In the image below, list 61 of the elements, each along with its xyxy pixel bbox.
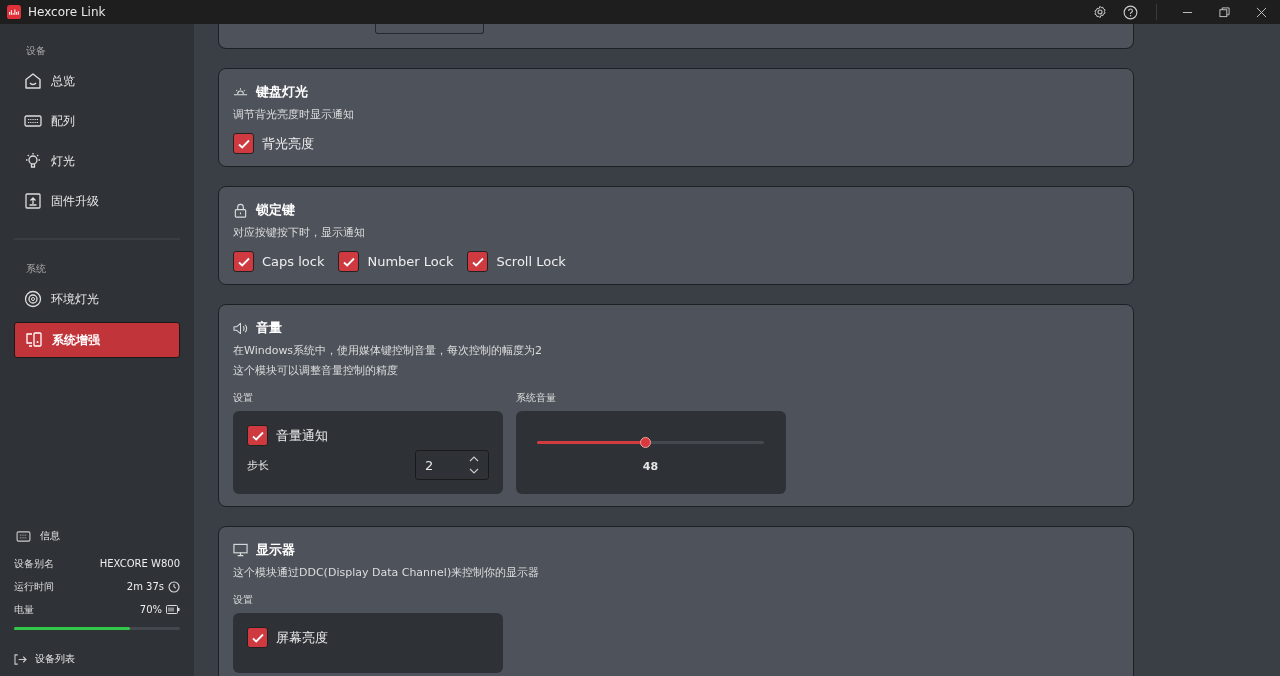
keyboard-icon	[16, 530, 31, 542]
sidebar-item[interactable]: 灯光	[14, 144, 180, 178]
info-value: HEXCORE W800	[99, 558, 180, 569]
section-heading: 设备	[26, 44, 47, 58]
card-description: 对应按键按下时，显示通知	[233, 225, 366, 241]
info-value: 70%	[139, 604, 162, 615]
checkbox[interactable]: Number Lock	[338, 251, 454, 272]
info-value: 2m 37s	[126, 581, 164, 592]
number-spinner[interactable]: 2	[415, 450, 489, 480]
settings-icon[interactable]	[1093, 5, 1107, 19]
volume-reading: 48	[641, 460, 660, 473]
house-icon	[24, 72, 42, 90]
info-label: 运行时间	[14, 579, 55, 594]
clock-icon	[168, 580, 180, 593]
card-description: 在Windows系统中，使用媒体键控制音量，每次控制的幅度为2	[233, 343, 544, 359]
monitor-icon	[233, 543, 248, 557]
group-label: 系统音量	[516, 391, 557, 405]
app-logo-icon	[7, 5, 21, 19]
lock-icon	[233, 202, 248, 218]
info-label: 设备别名	[14, 556, 55, 571]
sidebar-item[interactable]: 总览	[14, 64, 180, 98]
checkbox[interactable]: Scroll Lock	[467, 251, 566, 272]
sidebar-item[interactable]: 配列	[14, 104, 180, 138]
volume-slider[interactable]	[537, 437, 764, 448]
backlight-icon	[233, 87, 248, 97]
sidebar-item[interactable]: 环境灯光	[14, 282, 180, 316]
disc-icon	[24, 290, 42, 308]
spinner-arrows-icon	[468, 454, 480, 476]
card-title: 音量	[256, 319, 282, 337]
upload-icon	[24, 192, 42, 210]
card-title: 锁定键	[256, 201, 295, 219]
help-icon[interactable]	[1123, 4, 1138, 20]
card-title: 键盘灯光	[256, 83, 308, 101]
checkbox[interactable]: Caps lock	[233, 251, 325, 272]
sidebar-item[interactable]: 系统增强	[14, 322, 180, 358]
card-description: 这个模块可以调整音量控制的精度	[233, 363, 399, 379]
battery-icon	[166, 605, 180, 614]
card-title: 显示器	[256, 541, 295, 559]
devices-icon	[25, 331, 43, 349]
lightbulb-icon	[24, 152, 42, 170]
info-heading: 信息	[40, 529, 60, 543]
close-icon[interactable]	[1256, 6, 1267, 18]
window-title: Hexcore Link	[28, 5, 106, 19]
input-field[interactable]	[375, 24, 484, 34]
sidebar-item[interactable]: 固件升级	[14, 184, 180, 218]
checkbox[interactable]: 屏幕亮度	[247, 627, 489, 648]
group-label: 设置	[233, 391, 254, 405]
card-description: 调节背光亮度时显示通知	[233, 107, 355, 123]
group-label: 设置	[233, 593, 254, 607]
step-label: 步长	[247, 457, 269, 473]
section-heading: 系统	[26, 262, 47, 276]
checkbox[interactable]: 背光亮度	[233, 133, 314, 154]
info-label: 电量	[14, 602, 35, 617]
card-description: 这个模块通过DDC(Display Data Channel)来控制你的显示器	[233, 565, 541, 581]
restore-icon[interactable]	[1219, 6, 1230, 18]
checkbox[interactable]: 音量通知	[247, 425, 489, 446]
exit-icon	[14, 653, 27, 665]
device-list-link[interactable]: 设备列表	[14, 652, 180, 666]
slider-thumb[interactable]	[639, 437, 651, 448]
keyboard-icon	[24, 112, 42, 130]
speaker-icon	[233, 321, 248, 335]
